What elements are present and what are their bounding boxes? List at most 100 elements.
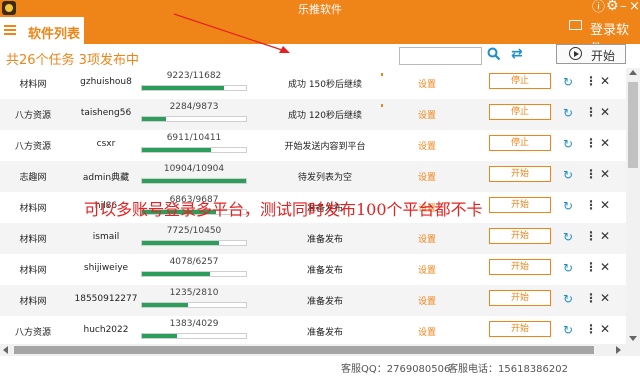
settings-link[interactable]: 设置	[418, 77, 436, 90]
start-button[interactable]: 开始	[489, 290, 551, 306]
start-button[interactable]: 开始	[489, 259, 551, 275]
site-cell: 材料网	[19, 235, 47, 245]
close-icon[interactable]: ×	[629, 0, 640, 13]
delete-icon[interactable]: ✕	[600, 261, 610, 273]
annotation-caption: 可以多账号登录多平台，测试同时发布100个平台都不卡	[84, 200, 483, 219]
start-button[interactable]: 开始	[489, 197, 551, 213]
site-cell: 材料网	[19, 80, 47, 90]
status-cell: 开始发送内容到平台	[284, 142, 366, 152]
site-cell: 八方资源	[14, 142, 51, 152]
progress-fill	[142, 334, 178, 338]
settings-icon[interactable]: ⚙	[606, 0, 619, 13]
settings-link[interactable]: 设置	[418, 294, 436, 307]
play-icon	[569, 47, 582, 60]
more-icon[interactable]: ⋮	[585, 261, 597, 273]
settings-link[interactable]: 设置	[418, 232, 436, 245]
more-icon[interactable]: ⋮	[585, 75, 597, 87]
account-cell: 18550912277	[74, 294, 138, 304]
progress-bar	[141, 116, 247, 122]
scroll-right-icon[interactable]	[616, 346, 621, 354]
progress-fill	[142, 179, 246, 183]
tab-label: 软件列表	[28, 27, 81, 42]
site-cell: 志趣网	[19, 173, 47, 183]
refresh-icon[interactable]: ↻	[563, 293, 573, 305]
more-icon[interactable]: ⋮	[585, 199, 597, 211]
settings-link[interactable]: 设置	[418, 170, 436, 183]
table-row: 八方资源 taisheng56 2284/9873 成功 120秒后继续 设置 停止 ↻ ⋮ ✕	[0, 99, 626, 130]
refresh-icon[interactable]: ↻	[563, 262, 573, 274]
start-all-button[interactable]: 开始	[556, 44, 626, 64]
footer: 客服QQ：2769080506 客服电话：15618386202	[0, 356, 640, 376]
progress-count: 2284/9873	[169, 102, 219, 112]
settings-link[interactable]: 设置	[418, 325, 436, 338]
more-icon[interactable]: ⋮	[585, 106, 597, 118]
delete-icon[interactable]: ✕	[600, 106, 610, 118]
refresh-icon[interactable]: ↻	[563, 231, 573, 243]
refresh-icon[interactable]: ↻	[563, 76, 573, 88]
progress-count: 1235/2810	[169, 288, 219, 298]
support-qq: 客服QQ：2769080506	[341, 364, 451, 375]
site-cell: 八方资源	[14, 111, 51, 121]
scroll-up-icon[interactable]	[629, 70, 637, 75]
settings-link[interactable]: 设置	[418, 108, 436, 121]
minimize-icon[interactable]: –	[620, 0, 627, 13]
refresh-icon[interactable]: ↻	[563, 169, 573, 181]
delete-icon[interactable]: ✕	[600, 75, 610, 87]
status-cell: 成功 120秒后继续	[287, 111, 363, 121]
start-button[interactable]: 开始	[489, 166, 551, 182]
search-input[interactable]	[399, 47, 482, 65]
status-cell: 准备发布	[306, 235, 343, 245]
scroll-left-icon[interactable]	[3, 346, 8, 354]
vertical-scroll-thumb[interactable]	[628, 82, 638, 168]
task-summary: 共26个任务 3项发布中	[6, 53, 139, 68]
stop-button[interactable]: 停止	[489, 135, 551, 151]
stop-button[interactable]: 停止	[489, 73, 551, 89]
progress-fill	[142, 303, 188, 307]
alert-icon[interactable]: ⓘ	[592, 1, 605, 14]
refresh-icon[interactable]: ↻	[563, 138, 573, 150]
account-cell: csxr	[96, 139, 116, 149]
progress-bar	[141, 240, 247, 246]
delete-icon[interactable]: ✕	[600, 168, 610, 180]
delete-icon[interactable]: ✕	[600, 292, 610, 304]
status-cell: 待发列表为空	[297, 173, 352, 183]
more-icon[interactable]: ⋮	[585, 230, 597, 242]
refresh-icon[interactable]: ↻	[563, 324, 573, 336]
delete-icon[interactable]: ✕	[600, 199, 610, 211]
horizontal-scroll-thumb[interactable]	[14, 346, 594, 354]
stop-button[interactable]: 停止	[489, 104, 551, 120]
search-icon[interactable]	[487, 47, 501, 61]
status-cell: 成功 150秒后继续	[287, 80, 363, 90]
account-cell: gzhuishou8	[80, 77, 132, 87]
progress-count: 4078/6257	[169, 257, 219, 267]
status-cell: 准备发布	[306, 328, 343, 338]
sync-icon[interactable]: ⇄	[511, 46, 523, 62]
more-icon[interactable]: ⋮	[585, 292, 597, 304]
more-icon[interactable]: ⋮	[585, 168, 597, 180]
refresh-icon[interactable]: ↻	[563, 200, 573, 212]
progress-fill	[142, 241, 219, 245]
progress-bar	[141, 302, 247, 308]
table-row: 材料网 shijiweiye 4078/6257 准备发布 设置 开始 ↻ ⋮ ✕	[0, 254, 626, 285]
settings-link[interactable]: 设置	[418, 263, 436, 276]
menu-icon[interactable]	[4, 25, 16, 35]
refresh-icon[interactable]: ↻	[563, 107, 573, 119]
more-icon[interactable]: ⋮	[585, 137, 597, 149]
account-cell: huch2022	[83, 325, 129, 335]
scroll-down-icon[interactable]	[629, 336, 637, 341]
delete-icon[interactable]: ✕	[600, 323, 610, 335]
more-icon[interactable]: ⋮	[585, 323, 597, 335]
start-button[interactable]: 开始	[489, 321, 551, 337]
table-row: 志趣网 admin典藏 10904/10904 待发列表为空 设置 开始 ↻ ⋮ ✕	[0, 161, 626, 192]
start-button[interactable]: 开始	[489, 228, 551, 244]
progress-bar	[141, 271, 247, 277]
tab-software-list[interactable]: 软件列表	[0, 17, 84, 44]
site-cell: 材料网	[19, 297, 47, 307]
status-cell: 准备发布	[306, 297, 343, 307]
progress-fill	[142, 148, 211, 152]
progress-fill	[142, 86, 225, 90]
delete-icon[interactable]: ✕	[600, 137, 610, 149]
delete-icon[interactable]: ✕	[600, 230, 610, 242]
settings-link[interactable]: 设置	[418, 139, 436, 152]
account-cell: admin典藏	[82, 173, 130, 183]
